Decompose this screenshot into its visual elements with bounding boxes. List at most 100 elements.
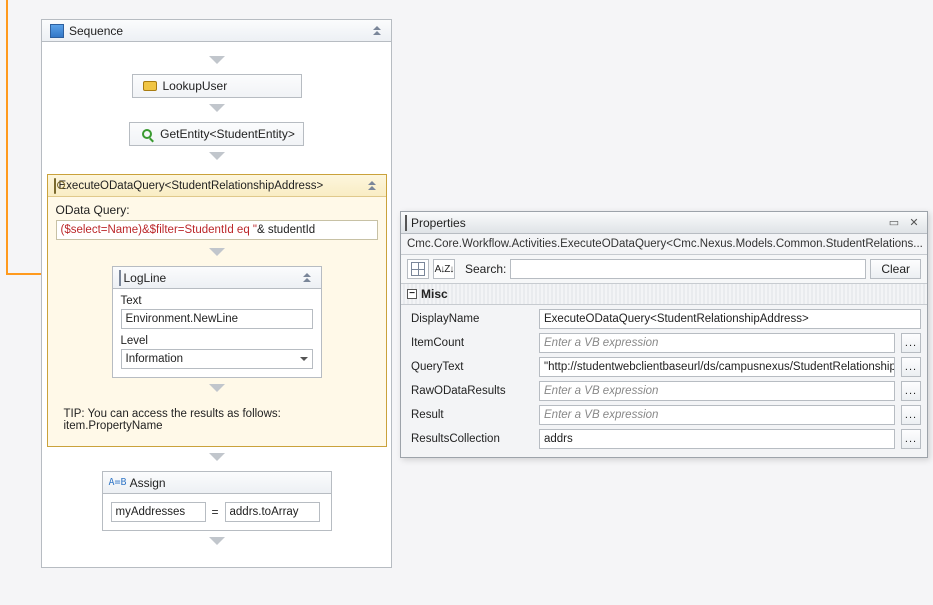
prop-row-result[interactable]: Result Enter a VB expression ... [403, 403, 925, 427]
flow-arrow-icon [209, 453, 225, 465]
prop-value-input[interactable]: Enter a VB expression [539, 405, 895, 425]
prop-value: "http://studentwebclientbaseurl/ds/campu… [544, 361, 895, 373]
prop-placeholder: Enter a VB expression [544, 337, 658, 349]
logline-activity[interactable]: LogLine Text Environment.NewLine Level [112, 266, 322, 378]
collapse-icon[interactable] [303, 273, 315, 283]
flow-arrow-icon [209, 248, 225, 260]
equals-label: = [212, 505, 219, 519]
sort-alpha-icon: A↓Z↓ [435, 264, 454, 275]
get-entity-label: GetEntity<StudentEntity> [160, 127, 295, 141]
properties-toolbar: A↓Z↓ Search: Clear [401, 255, 927, 284]
prop-placeholder: Enter a VB expression [544, 385, 658, 397]
assign-lhs-value: myAddresses [116, 506, 186, 518]
prop-row-rawodataresults[interactable]: RawODataResults Enter a VB expression ..… [403, 379, 925, 403]
sequence-title: Sequence [66, 24, 373, 38]
odata-query-label: OData Query: [56, 203, 378, 217]
prop-name: ResultsCollection [407, 433, 533, 445]
search-input[interactable] [510, 259, 866, 279]
properties-title: Properties [407, 216, 883, 230]
odata-query-expression-tail: & studentId [257, 224, 315, 236]
chevron-down-icon [300, 357, 308, 361]
prop-value-input[interactable]: Enter a VB expression [539, 381, 895, 401]
assign-icon: A=B [109, 477, 127, 488]
properties-titlebar[interactable]: Properties ▭ ✕ [401, 212, 927, 234]
sequence-body: LookupUser GetEntity<StudentEntity> Exec… [42, 42, 391, 567]
assign-header[interactable]: A=B Assign [103, 472, 331, 494]
execute-odata-query-activity[interactable]: ExecuteODataQuery<StudentRelationshipAdd… [47, 174, 387, 447]
expression-editor-button[interactable]: ... [901, 357, 921, 377]
odata-query-expression-error: ($select=Name)&$filter=StudentId eq " [61, 224, 258, 236]
logline-text-label: Text [121, 295, 313, 307]
categorized-button[interactable] [407, 259, 429, 279]
sequence-header[interactable]: Sequence [42, 20, 391, 42]
prop-placeholder: Enter a VB expression [544, 409, 658, 421]
prop-name: Result [407, 409, 533, 421]
query-icon [54, 179, 56, 193]
odata-body: OData Query: ($select=Name)&$filter=Stud… [48, 197, 386, 446]
log-icon [119, 271, 121, 285]
prop-name: RawODataResults [407, 385, 533, 397]
prop-value-input[interactable]: ExecuteODataQuery<StudentRelationshipAdd… [539, 309, 921, 329]
flow-arrow-icon [209, 537, 225, 549]
collapse-icon[interactable] [368, 181, 380, 191]
expression-editor-button[interactable]: ... [901, 333, 921, 353]
expression-editor-button[interactable]: ... [901, 405, 921, 425]
logline-header[interactable]: LogLine [113, 267, 321, 289]
prop-name: QueryText [407, 361, 533, 373]
logline-level-label: Level [121, 335, 313, 347]
prop-value: addrs [544, 433, 573, 445]
odata-header[interactable]: ExecuteODataQuery<StudentRelationshipAdd… [48, 175, 386, 197]
prop-value: ExecuteODataQuery<StudentRelationshipAdd… [544, 313, 809, 325]
flow-arrow-icon [209, 152, 225, 164]
category-header[interactable]: − Misc [401, 284, 927, 305]
flow-arrow-icon [209, 384, 225, 396]
sequence-designer[interactable]: Sequence LookupUser GetEntity<StudentEnt… [41, 19, 392, 568]
categorized-icon [411, 262, 425, 276]
clear-button[interactable]: Clear [870, 259, 921, 279]
sequence-icon [48, 24, 66, 38]
flow-arrow-icon [209, 104, 225, 116]
logline-level-value: Information [126, 353, 184, 365]
logline-title: LogLine [121, 271, 303, 285]
prop-value-input[interactable]: "http://studentwebclientbaseurl/ds/campu… [539, 357, 895, 377]
search-label: Search: [465, 262, 506, 276]
logline-level-select[interactable]: Information [121, 349, 313, 369]
assign-rhs-value: addrs.toArray [230, 506, 299, 518]
flow-arrow-icon [209, 56, 225, 68]
prop-value-input[interactable]: addrs [539, 429, 895, 449]
close-icon[interactable]: ✕ [905, 215, 923, 231]
properties-window[interactable]: Properties ▭ ✕ Cmc.Core.Workflow.Activit… [400, 211, 928, 458]
prop-name: DisplayName [407, 313, 533, 325]
lookup-user-label: LookupUser [163, 79, 228, 93]
odata-title: ExecuteODataQuery<StudentRelationshipAdd… [56, 180, 368, 192]
lookup-user-activity[interactable]: LookupUser [132, 74, 302, 98]
window-float-button[interactable]: ▭ [885, 215, 903, 231]
get-entity-activity[interactable]: GetEntity<StudentEntity> [129, 122, 304, 146]
search-icon [138, 129, 156, 139]
prop-value-input[interactable]: Enter a VB expression [539, 333, 895, 353]
expression-editor-button[interactable]: ... [901, 381, 921, 401]
expression-editor-button[interactable]: ... [901, 429, 921, 449]
category-label: Misc [421, 287, 448, 301]
assign-lhs-input[interactable]: myAddresses [111, 502, 206, 522]
assign-activity[interactable]: A=B Assign myAddresses = addrs.toArray [102, 471, 332, 531]
clear-button-label: Clear [881, 262, 910, 276]
logline-text-value: Environment.NewLine [126, 313, 239, 325]
collapse-category-icon[interactable]: − [407, 289, 417, 299]
prop-row-querytext[interactable]: QueryText "http://studentwebclientbaseur… [403, 355, 925, 379]
sort-alpha-button[interactable]: A↓Z↓ [433, 259, 455, 279]
property-grid: DisplayName ExecuteODataQuery<StudentRel… [401, 305, 927, 457]
odata-query-input[interactable]: ($select=Name)&$filter=StudentId eq " & … [56, 220, 378, 240]
connector-line-vertical [6, 0, 8, 275]
prop-name: ItemCount [407, 337, 533, 349]
assign-title: Assign [127, 476, 325, 490]
user-icon [141, 81, 159, 91]
odata-tip-text: TIP: You can access the results as follo… [56, 402, 378, 438]
properties-subtitle: Cmc.Core.Workflow.Activities.ExecuteODat… [401, 234, 927, 255]
prop-row-resultscollection[interactable]: ResultsCollection addrs ... [403, 427, 925, 451]
prop-row-itemcount[interactable]: ItemCount Enter a VB expression ... [403, 331, 925, 355]
assign-rhs-input[interactable]: addrs.toArray [225, 502, 320, 522]
collapse-icon[interactable] [373, 26, 385, 36]
prop-row-displayname[interactable]: DisplayName ExecuteODataQuery<StudentRel… [403, 307, 925, 331]
logline-text-input[interactable]: Environment.NewLine [121, 309, 313, 329]
